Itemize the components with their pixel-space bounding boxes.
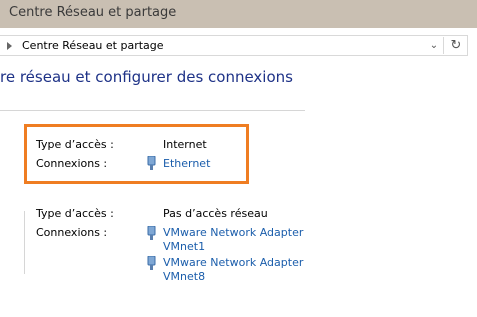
access-type-value: Internet: [163, 138, 207, 151]
ethernet-plug-icon: [147, 226, 156, 240]
connection-link-vmnet1[interactable]: VMware Network Adapter VMnet1: [163, 226, 303, 254]
access-type-label: Type d’accès :: [36, 138, 114, 151]
title-bar: Centre Réseau et partage: [0, 0, 477, 28]
access-type-value: Pas d’accès réseau: [163, 207, 268, 220]
breadcrumb[interactable]: Centre Réseau et partage: [22, 39, 164, 52]
ethernet-plug-icon: [147, 156, 156, 170]
page-heading: re réseau et configurer des connexions: [0, 68, 293, 86]
address-bar[interactable]: Centre Réseau et partage ⌄ ↻: [0, 35, 468, 56]
connection-link-line[interactable]: VMnet1: [163, 240, 303, 254]
ethernet-plug-icon: [147, 256, 156, 270]
refresh-icon[interactable]: ↻: [447, 36, 465, 55]
connection-link-line[interactable]: VMware Network Adapter: [163, 256, 303, 270]
chevron-right-icon[interactable]: [7, 42, 12, 50]
connection-link-line[interactable]: VMnet8: [163, 270, 303, 284]
network-2-left-border: [24, 211, 25, 274]
network-1-highlight: [24, 124, 249, 184]
connections-label: Connexions :: [36, 226, 108, 239]
connection-link-line[interactable]: VMware Network Adapter: [163, 226, 303, 240]
window-title: Centre Réseau et partage: [9, 5, 177, 20]
chevron-down-icon[interactable]: ⌄: [426, 36, 442, 55]
address-separator: [443, 37, 444, 54]
divider: [0, 110, 305, 111]
access-type-label: Type d’accès :: [36, 207, 114, 220]
connection-link-ethernet[interactable]: Ethernet: [163, 157, 210, 171]
connections-label: Connexions :: [36, 157, 108, 170]
connection-link-vmnet8[interactable]: VMware Network Adapter VMnet8: [163, 256, 303, 284]
